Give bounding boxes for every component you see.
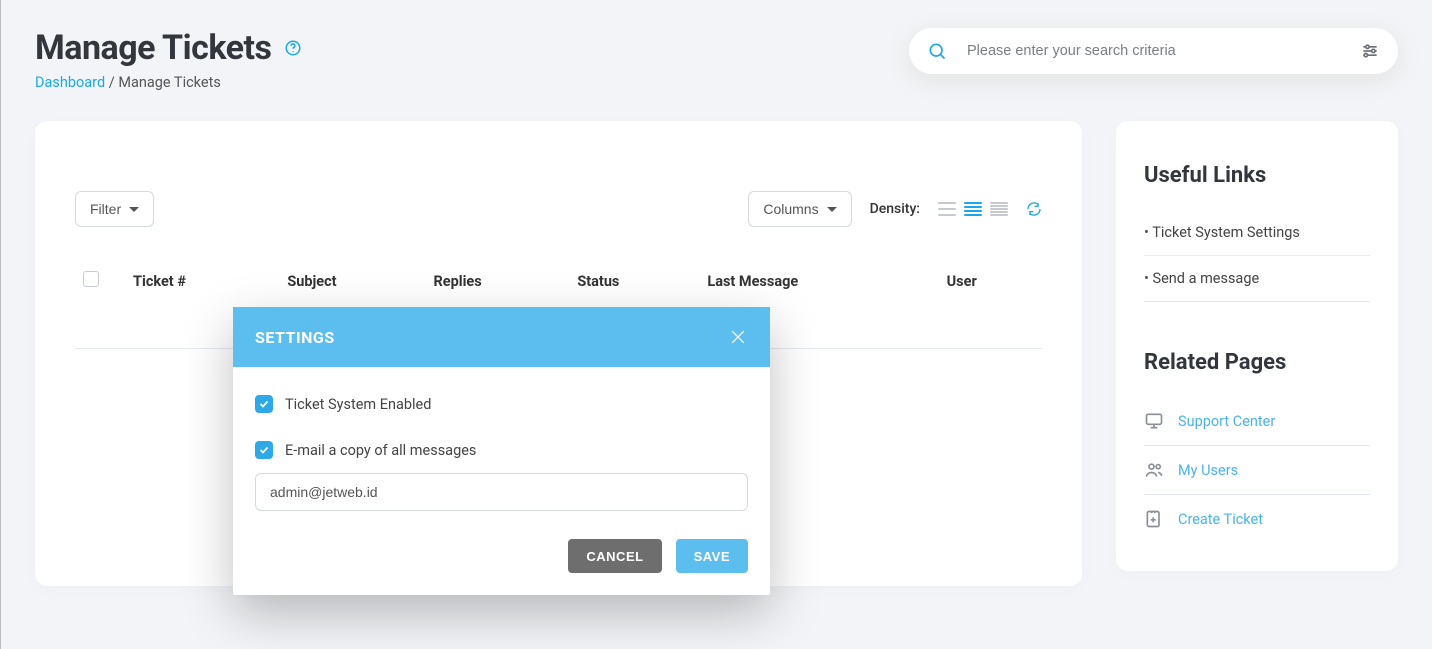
page-link-users-label: My Users: [1178, 462, 1238, 479]
col-user[interactable]: User: [939, 271, 1042, 309]
page-link-create-label: Create Ticket: [1178, 511, 1263, 528]
density-comfortable-icon[interactable]: [938, 202, 956, 216]
page-link-support-label: Support Center: [1178, 413, 1275, 430]
columns-button[interactable]: Columns: [748, 191, 851, 227]
columns-button-label: Columns: [763, 201, 818, 217]
checkbox-email-copy[interactable]: [255, 441, 273, 459]
page-title: Manage Tickets: [35, 28, 302, 68]
density-label: Density:: [870, 201, 920, 217]
link-send-message[interactable]: Send a message: [1144, 256, 1370, 302]
checkbox-ticket-enabled-label: Ticket System Enabled: [285, 396, 431, 413]
page-link-support[interactable]: Support Center: [1144, 397, 1370, 446]
col-status[interactable]: Status: [569, 271, 699, 309]
select-all-checkbox[interactable]: [83, 271, 99, 287]
checkbox-ticket-enabled[interactable]: [255, 395, 273, 413]
email-field[interactable]: [255, 473, 748, 511]
sliders-icon[interactable]: [1360, 41, 1380, 61]
page-link-users[interactable]: My Users: [1144, 446, 1370, 495]
density-default-icon[interactable]: [964, 202, 982, 216]
col-ticket[interactable]: Ticket #: [125, 271, 279, 309]
search-input[interactable]: [965, 42, 1342, 60]
filter-button-label: Filter: [90, 201, 121, 217]
settings-modal: SETTINGS Ticket System Enabled E-mail a …: [233, 307, 770, 595]
search-icon: [927, 41, 947, 61]
modal-title: SETTINGS: [255, 328, 335, 347]
refresh-icon[interactable]: [1026, 201, 1042, 217]
help-icon[interactable]: [284, 39, 302, 57]
link-ticket-settings[interactable]: Ticket System Settings: [1144, 210, 1370, 256]
breadcrumb-root-link[interactable]: Dashboard: [35, 74, 105, 91]
save-button[interactable]: SAVE: [676, 539, 748, 573]
breadcrumb: Dashboard / Manage Tickets: [35, 74, 302, 91]
ticket-plus-icon: [1144, 509, 1164, 529]
page-link-create-ticket[interactable]: Create Ticket: [1144, 495, 1370, 543]
caret-down-icon: [827, 207, 837, 212]
col-subject[interactable]: Subject: [279, 271, 425, 309]
side-panel: Useful Links Ticket System Settings Send…: [1116, 121, 1398, 571]
breadcrumb-leaf: Manage Tickets: [118, 74, 220, 91]
breadcrumb-sep: /: [105, 74, 118, 91]
filter-button[interactable]: Filter: [75, 191, 154, 227]
users-icon: [1144, 460, 1164, 480]
checkbox-email-copy-label: E-mail a copy of all messages: [285, 442, 476, 459]
cancel-button[interactable]: CANCEL: [568, 539, 661, 573]
density-compact-icon[interactable]: [990, 202, 1008, 216]
monitor-icon: [1144, 411, 1164, 431]
close-icon[interactable]: [728, 327, 748, 347]
col-last-message[interactable]: Last Message: [699, 271, 938, 309]
page-title-text: Manage Tickets: [35, 28, 272, 68]
search-bar[interactable]: [909, 28, 1398, 74]
caret-down-icon: [129, 207, 139, 212]
col-replies[interactable]: Replies: [425, 271, 569, 309]
useful-links-title: Useful Links: [1144, 163, 1370, 188]
related-pages-title: Related Pages: [1144, 350, 1370, 375]
